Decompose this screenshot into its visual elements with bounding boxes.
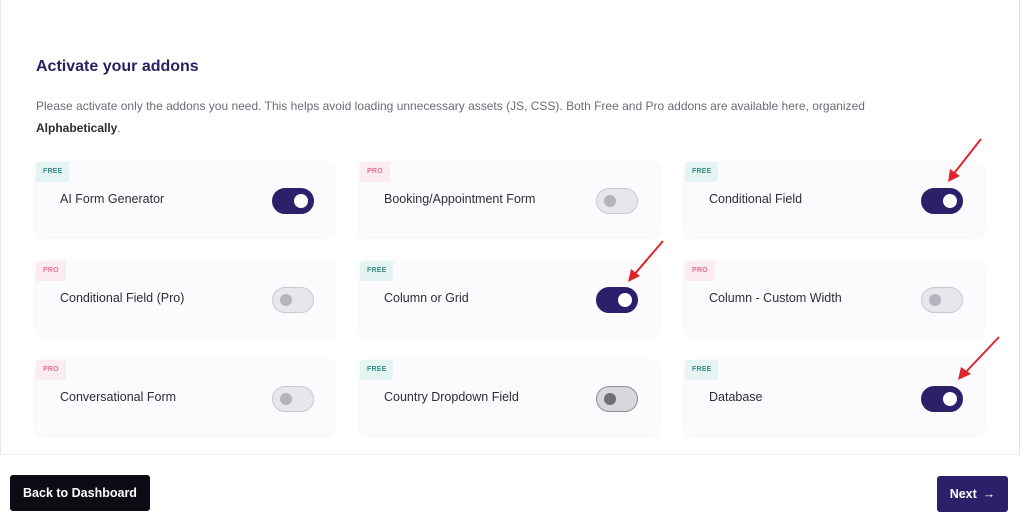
toggle-knob xyxy=(280,393,292,405)
description-bold: Alphabetically xyxy=(36,121,118,135)
addon-card-column-custom-width: PRO Column - Custom Width xyxy=(685,261,983,335)
pro-badge: PRO xyxy=(36,261,66,281)
free-badge: FREE xyxy=(36,162,70,182)
toggle-knob xyxy=(280,294,292,306)
toggle-knob xyxy=(943,392,957,406)
toggle-knob xyxy=(943,194,957,208)
toggle-knob xyxy=(604,195,616,207)
pro-badge: PRO xyxy=(36,360,66,380)
addon-toggle-database[interactable] xyxy=(921,386,963,412)
addon-toggle-column-or-grid[interactable] xyxy=(596,287,638,313)
addon-toggle-conditional-field[interactable] xyxy=(921,188,963,214)
arrow-right-icon: → xyxy=(982,487,996,501)
description-text: Please activate only the addons you need… xyxy=(36,99,865,113)
pro-badge: PRO xyxy=(360,162,390,182)
description-end: . xyxy=(117,121,121,135)
addon-label: Conversational Form xyxy=(60,390,177,404)
free-badge: FREE xyxy=(360,360,394,380)
addon-label: Database xyxy=(709,390,763,404)
page-description: Please activate only the addons you need… xyxy=(36,95,996,139)
addon-label: Conditional Field xyxy=(709,192,803,206)
next-button[interactable]: Next → xyxy=(937,476,1008,512)
addon-card-conditional-field: FREE Conditional Field xyxy=(685,162,983,236)
addon-card-database: FREE Database xyxy=(685,360,983,434)
free-badge: FREE xyxy=(685,360,719,380)
page-title: Activate your addons xyxy=(36,58,199,75)
toggle-knob xyxy=(604,393,616,405)
addon-toggle-booking-appointment-form[interactable] xyxy=(596,188,638,214)
toggle-knob xyxy=(618,293,632,307)
addon-toggle-conversational-form[interactable] xyxy=(272,386,314,412)
addon-label: AI Form Generator xyxy=(60,192,165,206)
next-label: Next xyxy=(949,487,977,501)
addon-label: Column - Custom Width xyxy=(709,291,842,305)
addon-toggle-ai-form-generator[interactable] xyxy=(272,188,314,214)
addon-label: Conditional Field (Pro) xyxy=(60,291,185,305)
addon-label: Booking/Appointment Form xyxy=(384,192,536,206)
addon-label: Country Dropdown Field xyxy=(384,390,519,404)
toggle-knob xyxy=(294,194,308,208)
addon-card-conditional-field-pro: PRO Conditional Field (Pro) xyxy=(36,261,334,335)
addon-toggle-column-custom-width[interactable] xyxy=(921,287,963,313)
addon-label: Column or Grid xyxy=(384,291,469,305)
addon-card-conversational-form: PRO Conversational Form xyxy=(36,360,334,434)
addon-card-column-or-grid: FREE Column or Grid xyxy=(360,261,658,335)
addon-toggle-country-dropdown-field[interactable] xyxy=(596,386,638,412)
addons-panel: Activate your addons Please activate onl… xyxy=(0,0,1020,455)
free-badge: FREE xyxy=(685,162,719,182)
addon-card-booking-appointment-form: PRO Booking/Appointment Form xyxy=(360,162,658,236)
addon-toggle-conditional-field-pro[interactable] xyxy=(272,287,314,313)
addon-card-country-dropdown-field: FREE Country Dropdown Field xyxy=(360,360,658,434)
back-to-dashboard-button[interactable]: Back to Dashboard xyxy=(10,475,150,511)
addon-card-ai-form-generator: FREE AI Form Generator xyxy=(36,162,334,236)
free-badge: FREE xyxy=(360,261,394,281)
toggle-knob xyxy=(929,294,941,306)
pro-badge: PRO xyxy=(685,261,715,281)
